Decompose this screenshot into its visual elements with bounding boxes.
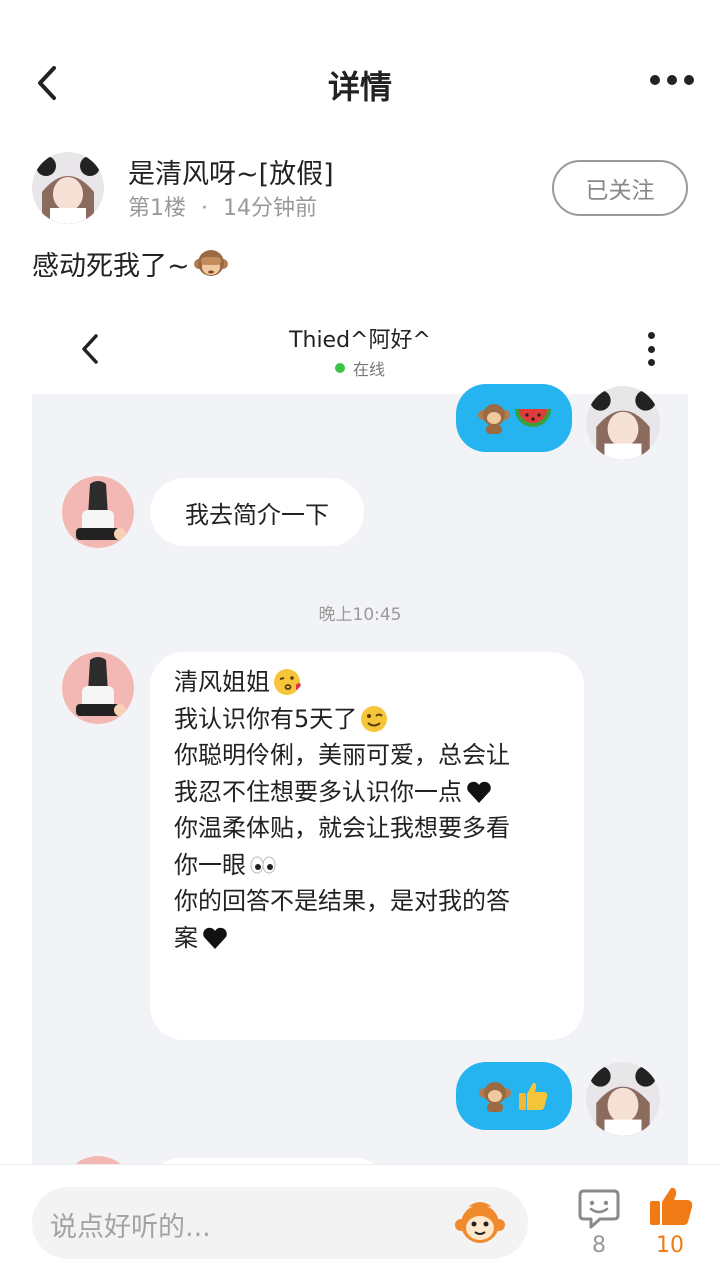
bottom-bar: 说点好听的... 8 10 <box>0 1164 720 1280</box>
chat-bubble-right <box>456 1062 572 1130</box>
floor-number: 第1楼 <box>128 196 186 221</box>
chat-status-text: 在线 <box>352 360 385 379</box>
message-line: 我忍不住想要多认识你一点 <box>174 774 560 811</box>
chat-avatar-contact <box>62 476 134 548</box>
author-avatar[interactable] <box>32 152 104 224</box>
comment-icon <box>578 1189 620 1229</box>
online-dot-icon <box>334 363 345 373</box>
separator-dot: · <box>201 196 208 221</box>
thumbs-up-icon <box>650 1187 693 1225</box>
kissing-face-icon <box>274 669 301 696</box>
dot-icon <box>667 75 677 85</box>
chat-bubble-right <box>456 384 572 452</box>
eyes-icon <box>250 856 276 874</box>
chat-timestamp: 晚上10:45 <box>318 605 402 625</box>
chat-contact-name: Thied^阿好^ <box>289 328 431 353</box>
post-author: 是清风呀~[放假] 第1楼 · 14分钟前 已关注 <box>32 150 692 230</box>
monkey-icon <box>478 404 510 434</box>
see-no-evil-monkey-icon <box>193 249 228 276</box>
heart-icon <box>467 781 491 803</box>
message-line: 我认识你有5天了 <box>174 701 560 738</box>
comment-input[interactable]: 说点好听的... <box>32 1187 528 1259</box>
follow-button[interactable]: 已关注 <box>552 160 688 216</box>
monkey-icon <box>479 1082 511 1112</box>
post-text-content: 感动死我了~ <box>32 251 190 282</box>
page-title: 详情 <box>327 68 392 106</box>
thumbs-up-emoji-icon <box>519 1082 548 1110</box>
mascot-monkey-icon[interactable] <box>454 1197 506 1249</box>
chat-bubble-left: 我去简介一下 <box>150 478 364 546</box>
chat-more-icon <box>646 332 656 366</box>
message-line: 你的回答不是结果，是对我的答 <box>174 887 510 915</box>
watermelon-icon <box>515 408 551 427</box>
message-line: 你一眼 <box>174 847 560 884</box>
post-text: 感动死我了~ <box>32 244 228 283</box>
chat-status: 在线 <box>32 356 688 380</box>
top-bar: 详情 <box>0 40 720 126</box>
message-line: 你温柔体贴，就会让我想要多看 <box>174 814 510 842</box>
comment-input-placeholder: 说点好听的... <box>50 1212 211 1243</box>
message-line: 你聪明伶俐，美丽可爱，总会让 <box>174 741 510 769</box>
post-meta: 第1楼 · 14分钟前 <box>128 190 317 222</box>
chat-bubble-left-long: 清风姐姐 我认识你有5天了 你聪明伶俐，美丽可爱，总会让 我忍不住想要多认识你一… <box>150 652 584 1040</box>
dot-icon <box>650 75 660 85</box>
chat-screenshot-image[interactable]: Thied^阿好^ 在线 我去简介一下 晚上10:45 清风姐姐 我认识你有5天… <box>32 300 688 1166</box>
heart-icon <box>203 927 227 949</box>
more-options-button[interactable] <box>650 70 694 90</box>
chat-header: Thied^阿好^ 在线 <box>32 300 688 394</box>
chat-avatar-self <box>586 386 660 460</box>
comment-button[interactable]: 8 <box>576 1187 622 1263</box>
like-count: 10 <box>656 1233 684 1258</box>
like-button[interactable]: 10 <box>644 1185 696 1265</box>
chat-avatar-contact <box>62 652 134 724</box>
post-time: 14分钟前 <box>223 196 317 221</box>
chat-avatar-self <box>586 1062 660 1136</box>
author-name[interactable]: 是清风呀~[放假] <box>128 152 334 191</box>
comment-count: 8 <box>592 1233 606 1258</box>
message-line: 案 <box>174 920 560 957</box>
winking-face-icon <box>361 705 388 732</box>
message-line: 清风姐姐 <box>174 664 560 701</box>
dot-icon <box>684 75 694 85</box>
